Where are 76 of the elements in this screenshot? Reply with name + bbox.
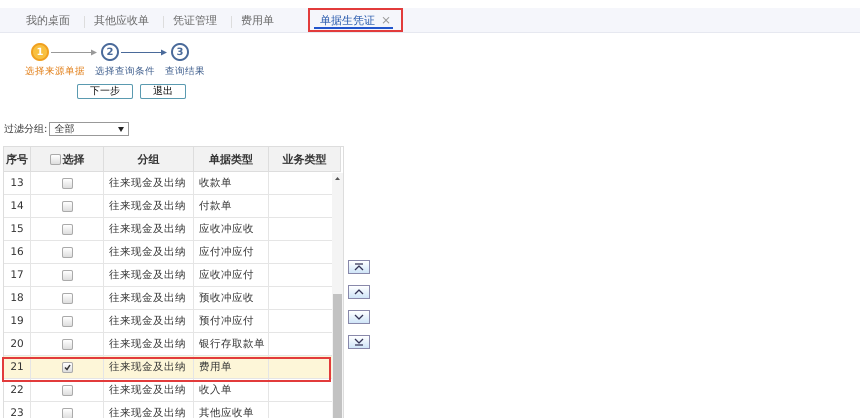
row-checkbox[interactable] <box>62 200 72 212</box>
column-header: 选择 <box>62 152 84 166</box>
tab[interactable]: 我的桌面 <box>14 8 82 32</box>
table-cell: 往来现金及出纳 <box>104 264 194 287</box>
column-header: 单据类型 <box>194 147 269 172</box>
column-header: 分组 <box>104 147 194 172</box>
chevron-down-icon <box>354 313 364 321</box>
row-number: 16 <box>4 241 31 264</box>
select-all-checkbox[interactable] <box>50 154 60 164</box>
table-cell: 往来现金及出纳 <box>104 356 194 379</box>
table-cell: 往来现金及出纳 <box>104 287 194 310</box>
table-cell: 其他应收单 <box>194 402 269 418</box>
row-checkbox[interactable] <box>62 270 72 280</box>
row-checkbox[interactable] <box>62 246 72 258</box>
row-checkbox[interactable] <box>62 224 72 234</box>
row-checkbox[interactable] <box>62 408 72 418</box>
row-number: 15 <box>4 218 31 241</box>
filter-label: 过滤分组: <box>4 122 48 136</box>
table-cell: 付款单 <box>194 195 269 218</box>
step-label: 查询结果 <box>165 65 205 78</box>
table-cell: 预付冲应付 <box>194 310 269 333</box>
table-cell: 费用单 <box>194 356 269 379</box>
table-cell: 应收冲应付 <box>194 264 269 287</box>
dropdown-arrow-icon <box>118 126 124 132</box>
column-header: 业务类型 <box>269 147 341 172</box>
step-number: 2 <box>101 43 119 61</box>
table-cell: 收款单 <box>194 172 269 195</box>
table-cell: 应收冲应收 <box>194 218 269 241</box>
tab[interactable]: 凭证管理 <box>161 8 229 32</box>
arrow-icon <box>121 48 167 56</box>
step-number: 1 <box>31 43 49 61</box>
chevron-up-icon <box>354 263 364 271</box>
table-cell: 往来现金及出纳 <box>104 310 194 333</box>
row-checkbox[interactable] <box>62 362 72 372</box>
scrollbar[interactable] <box>332 173 343 418</box>
table-cell: 预收冲应收 <box>194 287 269 310</box>
chevron-up-icon <box>354 288 364 296</box>
column-header: 序号 <box>4 147 31 172</box>
dropdown-value: 全部 <box>54 122 74 136</box>
row-checkbox[interactable] <box>62 338 72 350</box>
chevron-down-icon <box>354 338 364 346</box>
tab[interactable]: 费用单 <box>229 8 286 32</box>
table-cell: 往来现金及出纳 <box>104 172 194 195</box>
row-number: 18 <box>4 287 31 310</box>
move-bottom-button[interactable] <box>348 335 370 349</box>
step-label: 选择查询条件 <box>95 65 155 78</box>
row-number: 13 <box>4 172 31 195</box>
scroll-up-icon[interactable] <box>335 177 340 180</box>
group-filter-dropdown[interactable]: 全部 <box>49 122 130 136</box>
row-number: 21 <box>4 356 31 379</box>
action-button[interactable]: 退出 <box>140 84 186 99</box>
move-down-button[interactable] <box>348 310 370 324</box>
move-up-button[interactable] <box>348 285 370 299</box>
row-checkbox[interactable] <box>62 384 72 396</box>
row-number: 23 <box>4 402 31 418</box>
table-cell: 收入单 <box>194 379 269 402</box>
row-number: 19 <box>4 310 31 333</box>
move-top-button[interactable] <box>348 260 370 274</box>
row-checkbox[interactable] <box>62 316 72 326</box>
tab[interactable]: 其他应收单 <box>82 8 161 32</box>
row-checkbox[interactable] <box>62 292 72 304</box>
step-label: 选择来源单据 <box>25 65 85 78</box>
row-checkbox[interactable] <box>62 178 72 188</box>
step-number: 3 <box>171 43 189 61</box>
table-cell: 往来现金及出纳 <box>104 218 194 241</box>
tab[interactable]: 单据生凭证 × <box>308 8 404 32</box>
arrow-icon <box>51 48 97 56</box>
table-cell: 往来现金及出纳 <box>104 195 194 218</box>
row-number: 17 <box>4 264 31 287</box>
action-button[interactable]: 下一步 <box>77 84 133 99</box>
row-number: 14 <box>4 195 31 218</box>
table-cell: 往来现金及出纳 <box>104 379 194 402</box>
row-number: 22 <box>4 379 31 402</box>
table-cell: 应付冲应付 <box>194 241 269 264</box>
table-cell: 往来现金及出纳 <box>104 241 194 264</box>
table-cell: 往来现金及出纳 <box>104 402 194 418</box>
